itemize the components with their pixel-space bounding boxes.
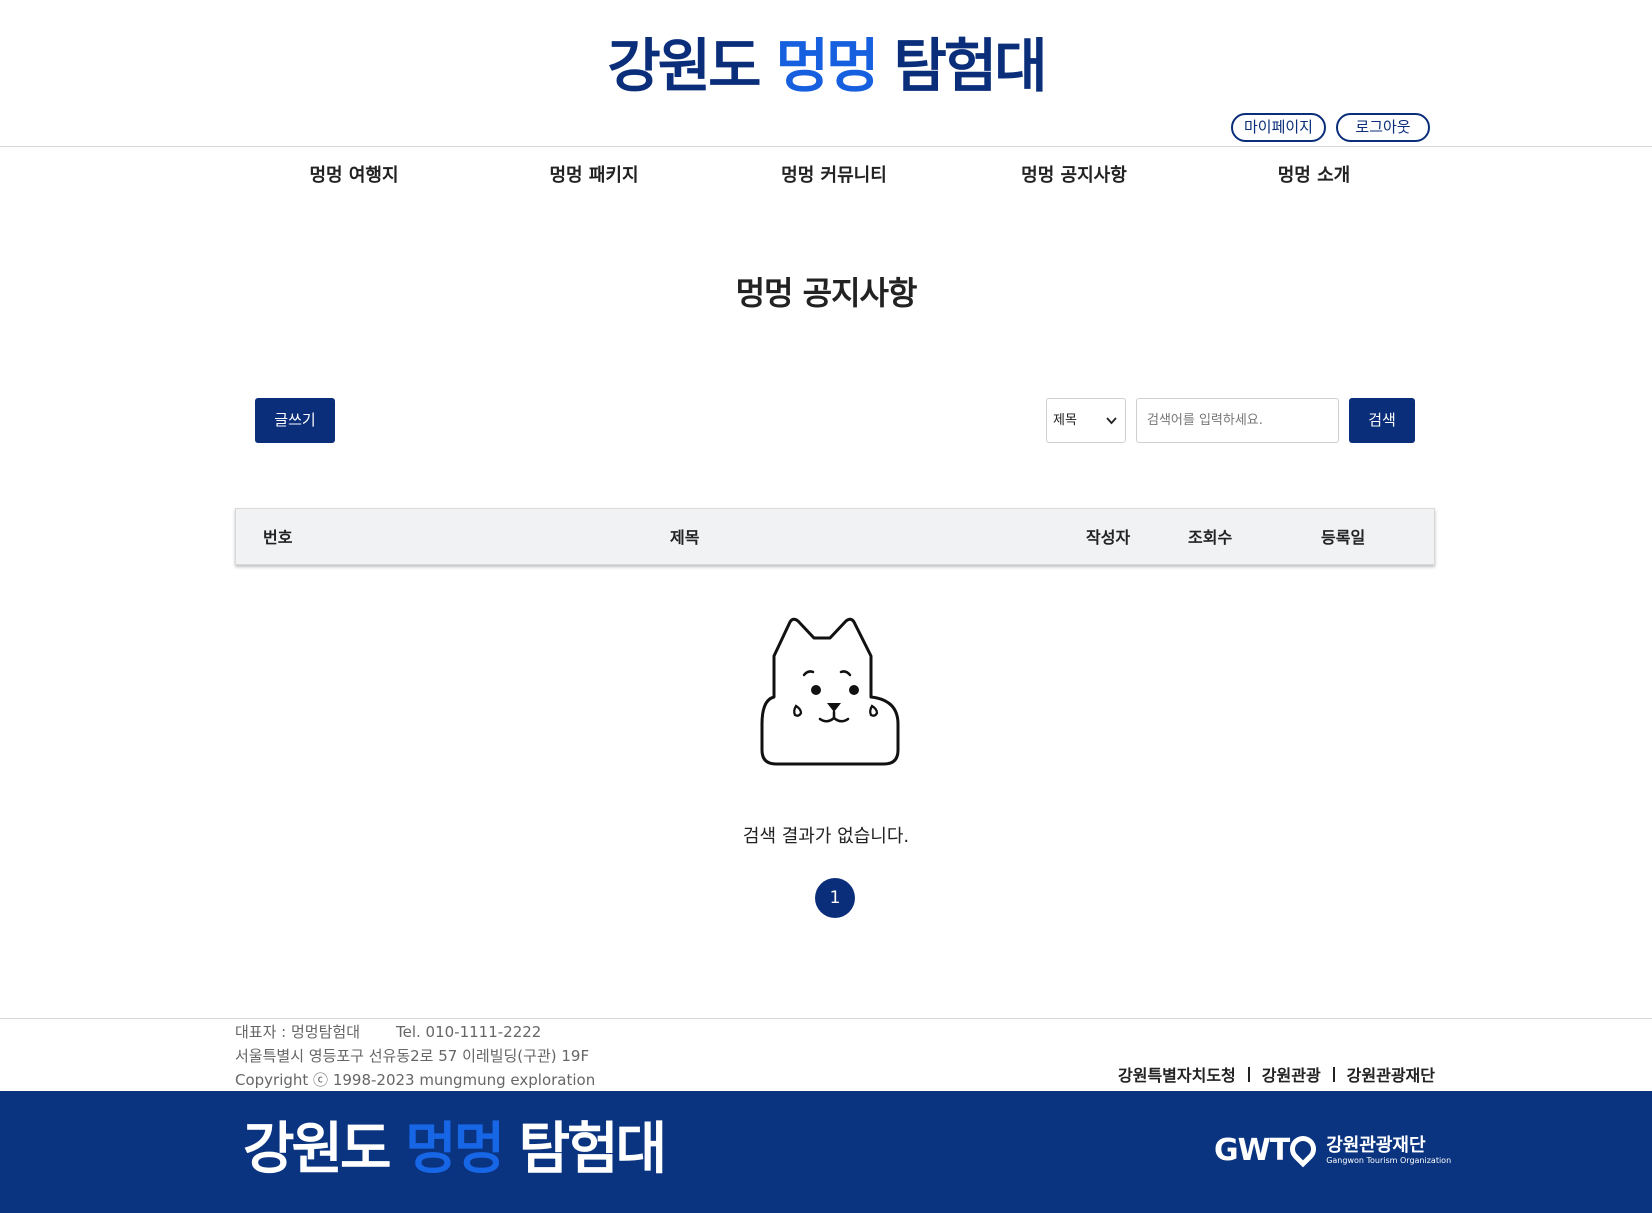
column-header-title: 제목 [670,528,700,547]
footer-link-separator [1247,1066,1250,1082]
page-title: 멍멍 공지사항 [735,274,918,312]
logout-button[interactable]: 로그아웃 [1336,113,1430,142]
footer-copyright: Copyright ⓒ 1998-2023 mungmung explorati… [235,1071,596,1089]
nav-item-community[interactable]: 멍멍 커뮤니티 [714,160,954,192]
main-nav: 멍멍 여행지 멍멍 패키지 멍멍 커뮤니티 멍멍 공지사항 멍멍 소개 [234,160,1434,192]
footer-logo-tamheomdae: 탐험대 [502,1117,668,1182]
footer-contact: 대표자 : 멍멍탐험대 Tel. 010-1111-2222 [235,1020,541,1044]
gwto-logo[interactable]: GWT 강원관광재단 Gangwon Tourism Organization [1214,1130,1451,1168]
footer-representative: 대표자 : 멍멍탐험대 [235,1023,360,1041]
gwto-name-en: Gangwon Tourism Organization [1326,1156,1452,1165]
pagination-page-1[interactable]: 1 [815,878,855,918]
crying-dog-icon [758,612,910,768]
search-button[interactable]: 검색 [1349,398,1415,443]
user-menu: 마이페이지 로그아웃 [1231,113,1430,142]
nav-item-packages[interactable]: 멍멍 패키지 [474,160,714,192]
gwto-mark: GWT [1214,1130,1322,1168]
gwto-mark-text: GWT [1214,1133,1290,1168]
footer-link-separator [1332,1066,1335,1082]
nav-item-about[interactable]: 멍멍 소개 [1194,160,1434,192]
header-divider [0,146,1652,147]
column-header-views: 조회수 [1188,528,1233,547]
logo-text-tamheomdae: 탐험대 [876,32,1048,100]
gwto-text: 강원관광재단 Gangwon Tourism Organization [1326,1136,1451,1166]
site-logo[interactable]: 강원도 멍멍 탐험대 [0,26,1652,106]
footer-divider [0,1018,1652,1019]
map-pin-icon [1284,1130,1322,1168]
logo-text-gangwondo: 강원도 [607,32,776,100]
footer-address: 서울특별시 영등포구 선유동2로 57 이레빌딩(구관) 19F [235,1047,590,1065]
footer-link-province[interactable]: 강원특별자치도청 [1118,1062,1236,1086]
page: 강원도 멍멍 탐험대 마이페이지 로그아웃 멍멍 여행지 멍멍 패키지 멍멍 커… [0,0,1652,1213]
search-field-select-value: 제목 [1053,413,1077,428]
nav-item-destinations[interactable]: 멍멍 여행지 [234,160,474,192]
footer-logo-mungmung: 멍멍 [405,1117,505,1182]
empty-message: 검색 결과가 없습니다. [742,826,910,847]
footer-logo-gangwondo: 강원도 [243,1117,406,1182]
footer-links: 강원특별자치도청 강원관광 강원관광재단 [1118,1062,1435,1086]
search-field-select[interactable]: 제목 [1046,398,1126,443]
gwto-name-ko: 강원관광재단 [1326,1135,1426,1156]
footer-tel: Tel. 010-1111-2222 [396,1023,542,1041]
table-header: 번호 제목 작성자 조회수 등록일 [235,508,1435,565]
footer-link-tourism[interactable]: 강원관광 [1262,1062,1321,1086]
write-button[interactable]: 글쓰기 [255,398,335,443]
column-header-date: 등록일 [1321,528,1366,547]
mypage-button[interactable]: 마이페이지 [1231,113,1326,142]
search-input[interactable] [1136,398,1339,443]
column-header-number: 번호 [263,528,293,547]
footer-link-foundation[interactable]: 강원관광재단 [1347,1062,1435,1086]
chevron-down-icon [1106,399,1117,460]
column-header-author: 작성자 [1086,528,1131,547]
nav-item-notices[interactable]: 멍멍 공지사항 [954,160,1194,192]
footer-logo[interactable]: 강원도 멍멍 탐험대 [243,1115,668,1185]
logo-text-mungmung: 멍멍 [775,32,880,100]
